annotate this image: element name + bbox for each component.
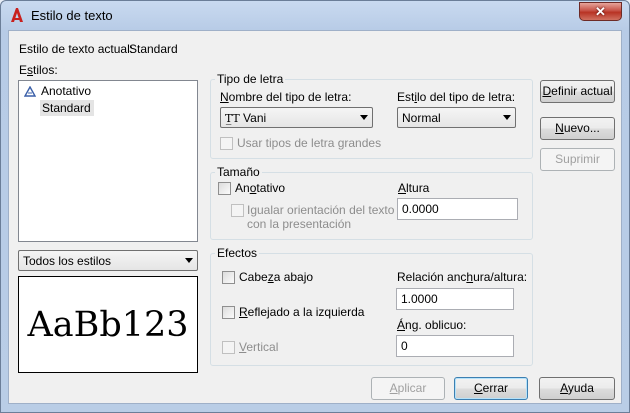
truetype-font-icon: T̲T <box>225 112 240 125</box>
window-title: Estilo de texto <box>31 8 113 23</box>
styles-filter-value: Todos los estilos <box>23 254 112 268</box>
font-style-label: Estilo del tipo de letra: <box>397 90 516 104</box>
width-factor-input[interactable]: 1.0000 <box>396 288 514 310</box>
autocad-logo-icon <box>11 8 23 22</box>
oblique-angle-label: Áng. oblicuo: <box>397 318 467 332</box>
height-input[interactable]: 0.0000 <box>397 198 518 220</box>
apply-button[interactable]: Aplicar <box>371 377 445 400</box>
match-orientation-label-line1: Igualar orientación del texto <box>247 203 395 217</box>
styles-filter-dropdown[interactable]: Todos los estilos <box>18 250 198 271</box>
match-orientation-label-line2: con la presentación <box>247 217 352 231</box>
annotative-checkbox[interactable] <box>218 182 231 195</box>
oblique-angle-input[interactable]: 0 <box>396 335 514 357</box>
upside-down-checkbox[interactable] <box>222 271 235 284</box>
upside-down-label: Cabeza abajo <box>239 270 314 284</box>
font-name-dropdown[interactable]: T̲T Vani <box>220 107 373 128</box>
list-item-label: Standard <box>42 101 91 115</box>
chevron-down-icon <box>503 115 511 120</box>
current-style-label: Estilo de texto actual: <box>19 42 134 56</box>
annotative-label: Anotativo <box>235 181 286 195</box>
use-big-font-checkbox[interactable] <box>220 137 233 150</box>
close-button[interactable]: Cerrar <box>454 377 528 400</box>
close-icon: ✕ <box>595 4 606 19</box>
dialog-body: Estilo de texto actual: Standard Estilos… <box>8 30 622 404</box>
size-group-title: Tamaño <box>215 165 262 179</box>
font-style-dropdown[interactable]: Normal <box>397 107 516 128</box>
font-style-value: Normal <box>402 111 441 125</box>
font-name-value: Vani <box>243 111 267 125</box>
list-item-selected[interactable]: Standard <box>40 100 94 116</box>
delete-style-button[interactable]: Suprimir <box>540 148 615 171</box>
new-style-button[interactable]: Nuevo... <box>540 117 615 140</box>
close-window-button[interactable]: ✕ <box>579 2 622 21</box>
list-item-label: Anotativo <box>41 84 92 98</box>
backwards-checkbox[interactable] <box>222 306 235 319</box>
vertical-label: Vertical <box>239 340 279 354</box>
chevron-down-icon <box>360 115 368 120</box>
style-preview: AaBb123 <box>18 276 198 373</box>
preview-text: AaBb123 <box>27 305 189 345</box>
dialog-window: Estilo de texto ✕ Estilo de texto actual… <box>0 0 630 413</box>
use-big-font-label: Usar tipos de letra grandes <box>237 136 382 150</box>
annotative-icon <box>24 86 36 97</box>
help-button[interactable]: Ayuda <box>539 377 615 400</box>
vertical-checkbox[interactable] <box>222 341 235 354</box>
title-bar[interactable]: Estilo de texto ✕ <box>1 1 629 29</box>
height-label: Altura <box>398 181 430 195</box>
match-orientation-checkbox[interactable] <box>231 204 244 217</box>
effects-group-title: Efectos <box>215 246 260 260</box>
chevron-down-icon <box>185 258 193 263</box>
font-group-title: Tipo de letra <box>215 72 286 86</box>
backwards-label: Reflejado a la izquierda <box>239 305 365 319</box>
font-name-label: Nombre del tipo de letra: <box>220 90 352 104</box>
styles-label: Estilos: <box>19 63 58 77</box>
width-factor-label: Relación anchura/altura: <box>397 270 528 284</box>
styles-list[interactable]: Anotativo Standard <box>18 80 198 242</box>
set-current-button[interactable]: Definir actual <box>540 80 615 103</box>
current-style-value: Standard <box>129 42 178 56</box>
